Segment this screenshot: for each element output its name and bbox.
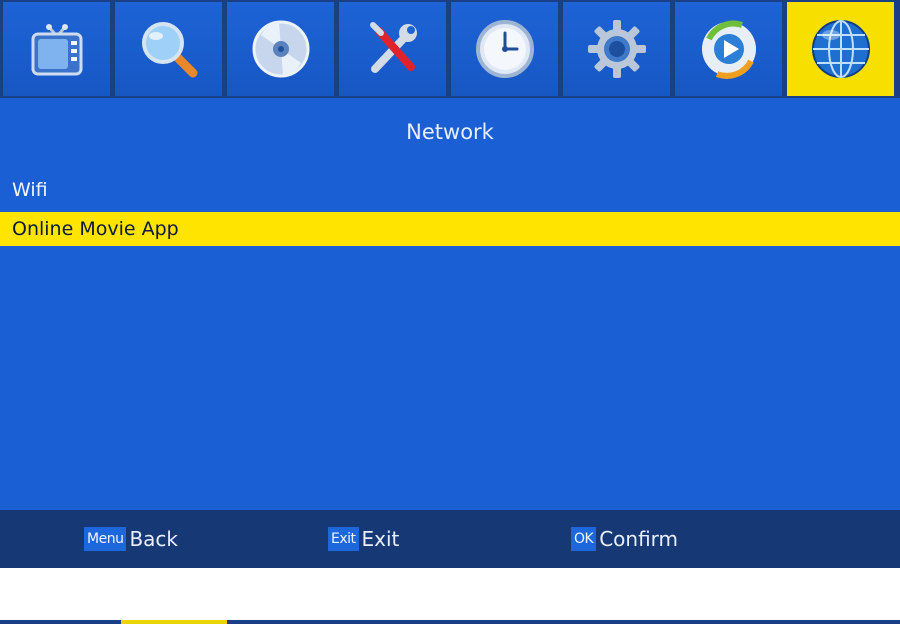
footer-hint-bar: Menu Back Exit Exit OK Confirm [0, 510, 900, 568]
clock-icon [475, 20, 534, 78]
gear-icon [587, 20, 646, 78]
tab-network[interactable] [787, 2, 894, 96]
tab-disc[interactable] [227, 2, 334, 96]
page-title: Network [406, 120, 494, 144]
exit-hint[interactable]: Exit Exit [328, 526, 399, 552]
tv-icon [31, 24, 82, 76]
media-play-icon [701, 20, 756, 79]
menu-item-wifi[interactable]: Wifi [0, 173, 900, 207]
menu-key-badge: Menu [84, 527, 127, 551]
tab-clock[interactable] [451, 2, 558, 96]
tools-icon [369, 22, 417, 73]
search-icon [141, 22, 197, 78]
tab-search[interactable] [115, 2, 222, 96]
tab-tools[interactable] [339, 2, 446, 96]
network-menu-screen: Network Wifi Online Movie App Menu Back … [0, 0, 900, 568]
back-label: Back [129, 527, 179, 551]
exit-key-badge: Exit [328, 527, 359, 551]
disc-icon [252, 20, 309, 78]
category-tab-bar [0, 0, 900, 98]
confirm-hint[interactable]: OK Confirm [571, 526, 678, 552]
tab-media[interactable] [675, 2, 782, 96]
ok-key-badge: OK [571, 527, 597, 551]
tab-settings[interactable] [563, 2, 670, 96]
back-hint[interactable]: Menu Back [84, 526, 178, 552]
exit-label: Exit [361, 527, 400, 551]
confirm-label: Confirm [599, 527, 679, 551]
tab-tv[interactable] [3, 2, 110, 96]
globe-icon [811, 20, 870, 78]
menu-item-online-movie-app[interactable]: Online Movie App [0, 212, 900, 246]
next-frame-selected-tab-edge [121, 620, 227, 624]
